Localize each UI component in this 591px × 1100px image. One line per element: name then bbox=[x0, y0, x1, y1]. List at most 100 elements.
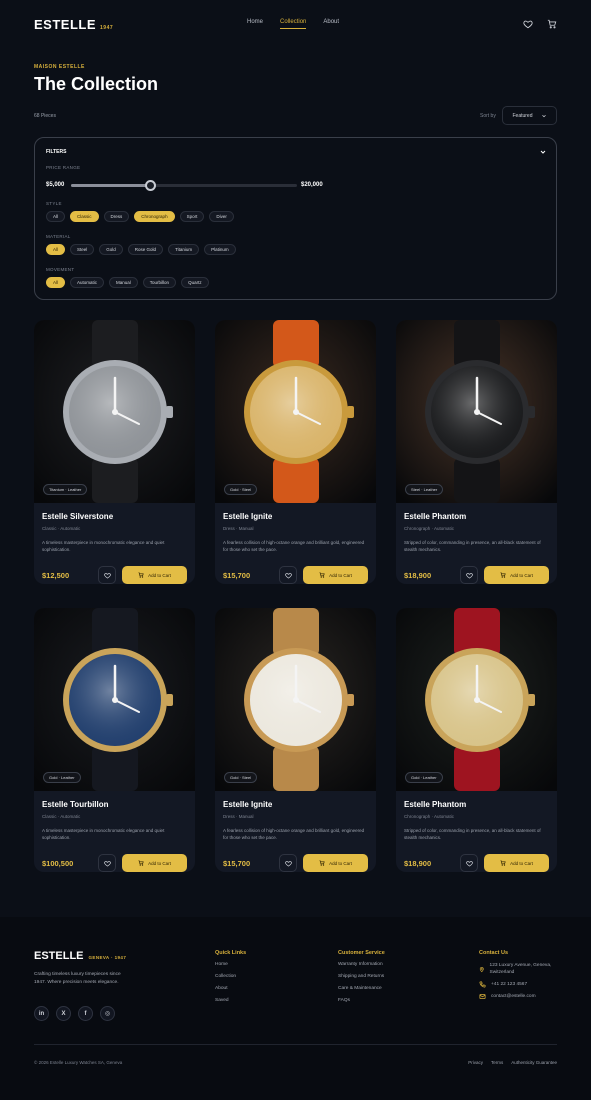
material-chip[interactable]: All bbox=[46, 244, 66, 255]
wishlist-button[interactable] bbox=[279, 854, 297, 872]
product-category: Chronograph · Automatic bbox=[404, 526, 455, 531]
add-to-cart-button[interactable]: Add to Cart bbox=[122, 854, 187, 872]
product-image[interactable]: Gold · Steel bbox=[215, 608, 376, 791]
page-title: The Collection bbox=[34, 74, 159, 94]
product-card[interactable]: Steel · Leather Estelle Phantom Chronogr… bbox=[396, 320, 557, 584]
piece-count: 68 Pieces bbox=[34, 113, 56, 119]
quick-links-title: Quick Links bbox=[215, 950, 247, 956]
product-name[interactable]: Estelle Silverstone bbox=[42, 512, 113, 521]
footer-link-shipping[interactable]: Shipping and Returns bbox=[338, 974, 385, 986]
price-max: $20,000 bbox=[301, 182, 323, 188]
wishlist-button[interactable] bbox=[460, 566, 478, 584]
style-chip[interactable]: Dress bbox=[103, 211, 130, 222]
wishlist-button[interactable] bbox=[98, 566, 116, 584]
heart-icon[interactable] bbox=[523, 19, 533, 29]
product-name[interactable]: Estelle Phantom bbox=[404, 800, 466, 809]
footer-link-faqs[interactable]: FAQs bbox=[338, 998, 385, 1010]
watch-illustration bbox=[215, 320, 376, 503]
product-name[interactable]: Estelle Tourbillon bbox=[42, 800, 109, 809]
nav-home[interactable]: Home bbox=[247, 19, 263, 29]
add-to-cart-button[interactable]: Add to Cart bbox=[484, 854, 549, 872]
add-to-cart-button[interactable]: Add to Cart bbox=[303, 854, 368, 872]
wishlist-button[interactable] bbox=[460, 854, 478, 872]
mail-icon bbox=[479, 994, 486, 999]
cart-icon[interactable] bbox=[547, 19, 557, 29]
movement-chip[interactable]: Quartz bbox=[181, 277, 209, 288]
heart-icon bbox=[103, 860, 111, 867]
linkedin-icon[interactable]: in bbox=[34, 1006, 49, 1021]
add-to-cart-button[interactable]: Add to Cart bbox=[484, 566, 549, 584]
cart-icon bbox=[319, 860, 325, 866]
material-badge: Gold · Leather bbox=[405, 772, 443, 783]
product-image[interactable]: Gold · Steel bbox=[215, 320, 376, 503]
x-icon[interactable]: X bbox=[56, 1006, 71, 1021]
product-description: A fearless collision of high-octane oran… bbox=[223, 828, 365, 840]
price-min: $5,000 bbox=[46, 182, 65, 188]
authenticity-link[interactable]: Authenticity Guarantee bbox=[511, 1060, 557, 1065]
sort-dropdown[interactable]: Featured bbox=[502, 106, 557, 125]
style-chip[interactable]: Chronograph bbox=[134, 211, 175, 222]
product-card[interactable]: Titanium · Leather Estelle Silverstone C… bbox=[34, 320, 195, 584]
product-grid: Titanium · Leather Estelle Silverstone C… bbox=[34, 320, 557, 872]
top-nav: ESTELLE 1947 Home Collection About bbox=[34, 16, 557, 32]
contact-phone[interactable]: +41 22 123 4567 bbox=[479, 981, 559, 988]
style-chip[interactable]: All bbox=[46, 211, 66, 222]
product-price: $12,500 bbox=[42, 571, 70, 580]
material-chip[interactable]: Titanium bbox=[168, 244, 200, 255]
movement-chip[interactable]: All bbox=[46, 277, 66, 288]
product-name[interactable]: Estelle Phantom bbox=[404, 512, 466, 521]
contact-email[interactable]: contact@estelle.com bbox=[479, 993, 559, 1000]
product-image[interactable]: Gold · Leather bbox=[396, 608, 557, 791]
footer-link-care[interactable]: Care & Maintenance bbox=[338, 986, 385, 998]
sort-value: Featured bbox=[512, 112, 533, 119]
product-card[interactable]: Gold · Leather Estelle Phantom Chronogra… bbox=[396, 608, 557, 872]
product-card[interactable]: Gold · Steel Estelle Ignite Dress · Manu… bbox=[215, 320, 376, 584]
material-badge: Gold · Leather bbox=[43, 772, 81, 783]
price-slider-handle[interactable] bbox=[145, 180, 157, 191]
footer-link-warranty[interactable]: Warranty Information bbox=[338, 962, 385, 974]
movement-chip[interactable]: Manual bbox=[109, 277, 138, 288]
footer-link-collection[interactable]: Collection bbox=[215, 974, 246, 986]
cart-icon bbox=[319, 572, 325, 578]
privacy-link[interactable]: Privacy bbox=[468, 1060, 483, 1065]
product-name[interactable]: Estelle Ignite bbox=[223, 512, 272, 521]
terms-link[interactable]: Terms bbox=[491, 1060, 503, 1065]
product-category: Classic · Automatic bbox=[42, 526, 81, 531]
product-name[interactable]: Estelle Ignite bbox=[223, 800, 272, 809]
brand-logo[interactable]: ESTELLE 1947 bbox=[34, 17, 113, 32]
footer-link-home[interactable]: Home bbox=[215, 962, 246, 974]
style-chip[interactable]: Sport bbox=[179, 211, 205, 222]
material-chip[interactable]: Rose Gold bbox=[127, 244, 164, 255]
nav-collection[interactable]: Collection bbox=[280, 19, 307, 29]
add-to-cart-button[interactable]: Add to Cart bbox=[303, 566, 368, 584]
brand-name: ESTELLE bbox=[34, 16, 97, 32]
material-label: MATERIAL bbox=[46, 234, 71, 239]
product-card[interactable]: Gold · Steel Estelle Ignite Dress · Manu… bbox=[215, 608, 376, 872]
style-chip[interactable]: Diver bbox=[209, 211, 234, 222]
wishlist-button[interactable] bbox=[279, 566, 297, 584]
movement-chip[interactable]: Tourbillon bbox=[142, 277, 177, 288]
wishlist-button[interactable] bbox=[98, 854, 116, 872]
chevron-down-icon[interactable] bbox=[539, 148, 547, 156]
material-chips: All Steel Gold Rose Gold Titanium Platinum bbox=[46, 244, 236, 255]
product-card[interactable]: Gold · Leather Estelle Tourbillon Classi… bbox=[34, 608, 195, 872]
material-chip[interactable]: Steel bbox=[70, 244, 95, 255]
footer-link-about[interactable]: About bbox=[215, 986, 246, 998]
facebook-icon[interactable]: f bbox=[78, 1006, 93, 1021]
footer-link-saved[interactable]: Saved bbox=[215, 998, 246, 1010]
instagram-icon[interactable]: ◎ bbox=[100, 1006, 115, 1021]
map-pin-icon bbox=[479, 966, 484, 972]
material-chip[interactable]: Platinum bbox=[204, 244, 236, 255]
contact-address-text: 123 Luxury Avenue, Geneva, Switzerland bbox=[489, 963, 552, 975]
product-image[interactable]: Titanium · Leather bbox=[34, 320, 195, 503]
style-chip[interactable]: Classic bbox=[70, 211, 99, 222]
product-image[interactable]: Steel · Leather bbox=[396, 320, 557, 503]
nav-about[interactable]: About bbox=[323, 19, 339, 29]
add-to-cart-button[interactable]: Add to Cart bbox=[122, 566, 187, 584]
material-chip[interactable]: Gold bbox=[99, 244, 123, 255]
product-image[interactable]: Gold · Leather bbox=[34, 608, 195, 791]
social-links: in X f ◎ bbox=[34, 1006, 115, 1021]
footer-brand-location: GENEVA · 1947 bbox=[88, 955, 127, 960]
footer-brand: ESTELLE GENEVA · 1947 bbox=[34, 950, 126, 962]
movement-chip[interactable]: Automatic bbox=[70, 277, 105, 288]
